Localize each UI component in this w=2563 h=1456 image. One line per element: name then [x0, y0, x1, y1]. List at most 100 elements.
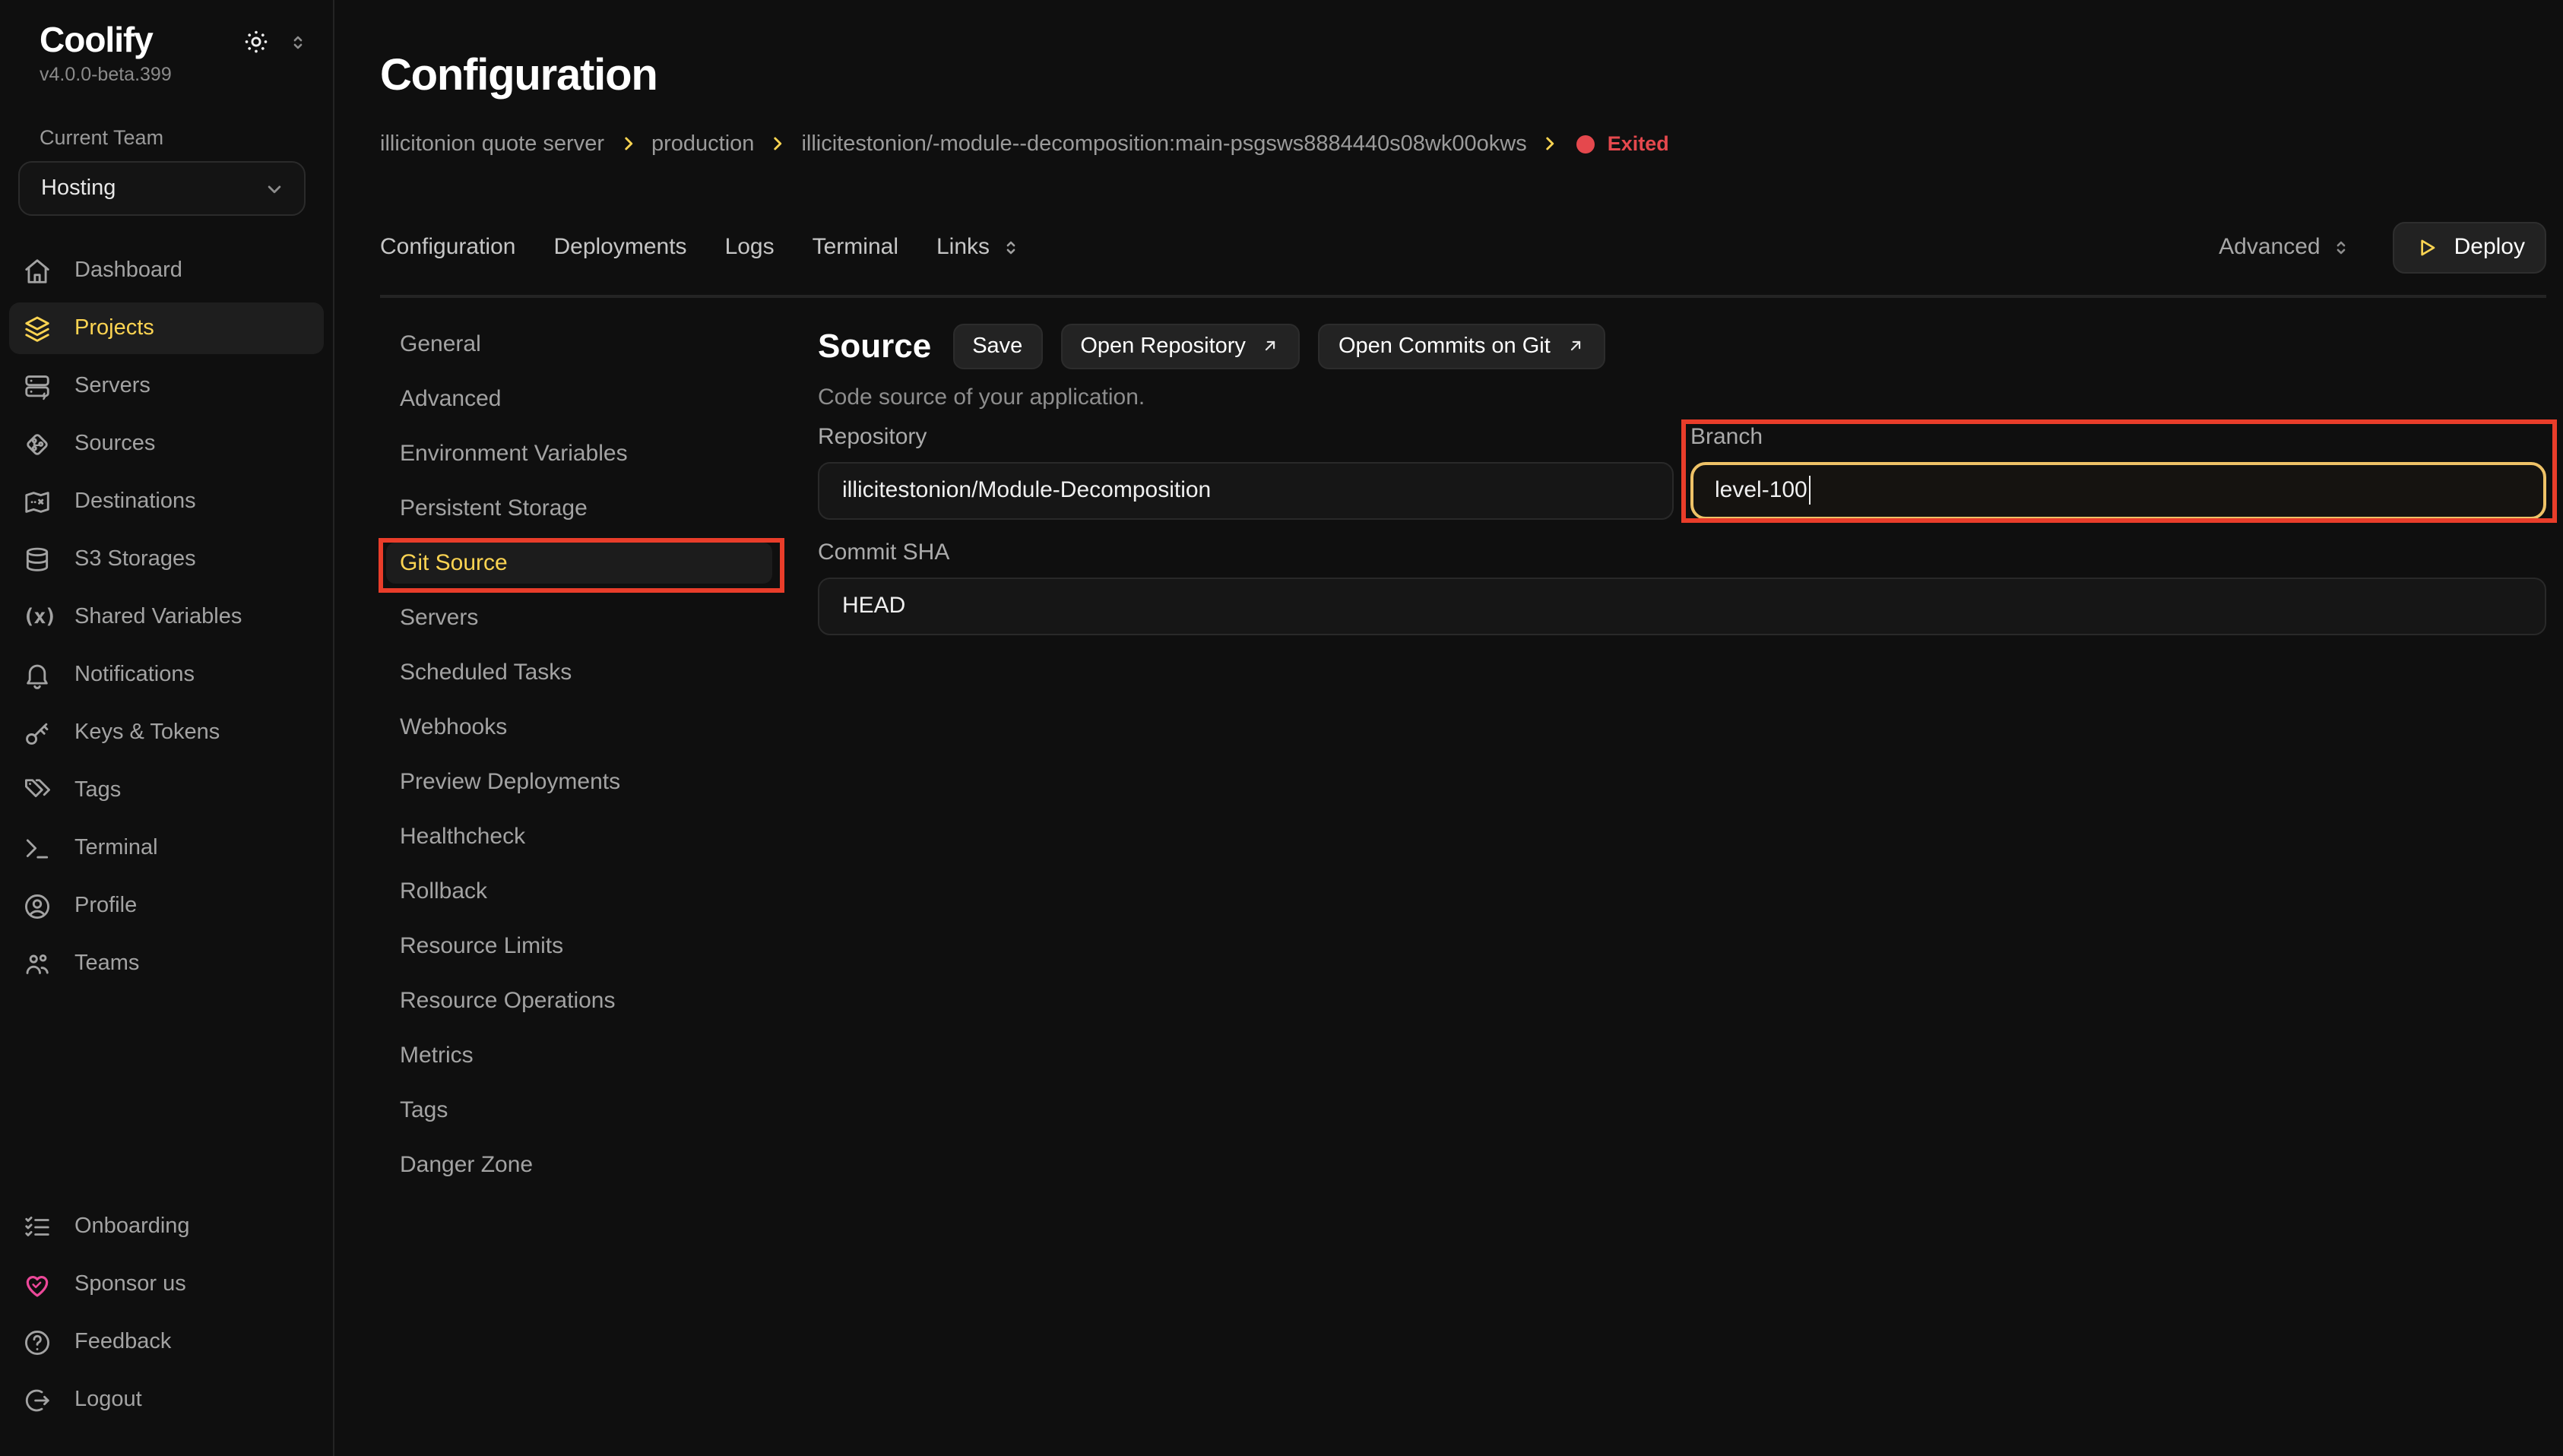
open-commits-label: Open Commits on Git — [1339, 334, 1551, 359]
subnav-item-preview-deployments[interactable]: Preview Deployments — [386, 761, 772, 802]
users-icon — [23, 950, 52, 979]
breadcrumb-environment[interactable]: production — [651, 132, 754, 157]
sidebar-item-label: Onboarding — [74, 1214, 190, 1239]
sidebar-item-label: Projects — [74, 317, 154, 341]
sidebar-item-logout[interactable]: Logout — [9, 1374, 324, 1426]
repository-field: Repository illicitestonion/Module-Decomp… — [818, 423, 1674, 520]
branch-value: level-100 — [1715, 478, 1807, 504]
team-select[interactable]: Hosting — [18, 162, 306, 217]
subnav-item-git-source[interactable]: Git Source — [386, 543, 772, 584]
tags-icon — [23, 777, 52, 806]
subnav-item-webhooks[interactable]: Webhooks — [386, 707, 772, 748]
breadcrumb-application[interactable]: illicitestonion/-module--decomposition:m… — [801, 132, 1526, 157]
sidebar-item-feedback[interactable]: Feedback — [9, 1316, 324, 1368]
checklist-icon — [23, 1212, 52, 1241]
sidebar-item-label: Destinations — [74, 490, 196, 514]
subnav-item-environment-variables[interactable]: Environment Variables — [386, 433, 772, 474]
sidebar-item-tags[interactable]: Tags — [9, 765, 324, 817]
tab-links-label: Links — [936, 235, 990, 261]
commit-sha-value: HEAD — [842, 593, 905, 619]
sidebar-nav: Dashboard Projects Servers Sources Desti… — [0, 245, 333, 990]
branch-input[interactable]: level-100 — [1690, 462, 2546, 520]
branch-label: Branch — [1690, 423, 2546, 453]
branch-field: Branch level-100 — [1690, 423, 2546, 520]
sidebar-item-shared-variables[interactable]: (x) Shared Variables — [9, 592, 324, 644]
sidebar-item-teams[interactable]: Teams — [9, 938, 324, 990]
subnav-item-tags[interactable]: Tags — [386, 1090, 772, 1131]
source-heading: Source — [818, 327, 931, 366]
app-logo: Coolify — [40, 21, 153, 60]
tab-terminal[interactable]: Terminal — [813, 235, 898, 261]
subnav-item-metrics[interactable]: Metrics — [386, 1035, 772, 1076]
open-commits-button[interactable]: Open Commits on Git — [1319, 324, 1605, 369]
sidebar-item-s3-storages[interactable]: S3 Storages — [9, 534, 324, 586]
status-text: Exited — [1608, 133, 1669, 156]
subnav-item-resource-operations[interactable]: Resource Operations — [386, 980, 772, 1021]
open-repository-button[interactable]: Open Repository — [1060, 324, 1301, 369]
chevron-up-down-icon[interactable] — [287, 31, 309, 52]
team-select-value: Hosting — [41, 177, 116, 201]
sidebar-item-keys-tokens[interactable]: Keys & Tokens — [9, 707, 324, 759]
sidebar-item-label: Shared Variables — [74, 606, 242, 630]
repository-input[interactable]: illicitestonion/Module-Decomposition — [818, 462, 1674, 520]
commit-sha-input[interactable]: HEAD — [818, 578, 2546, 635]
play-icon — [2415, 236, 2439, 260]
external-link-icon — [1261, 337, 1281, 356]
subnav-item-persistent-storage[interactable]: Persistent Storage — [386, 488, 772, 529]
advanced-dropdown[interactable]: Advanced — [2219, 235, 2352, 261]
sidebar-footer-nav: Onboarding Sponsor us Feedback Logout — [0, 1201, 333, 1426]
subnav-item-servers[interactable]: Servers — [386, 597, 772, 638]
database-icon — [23, 546, 52, 574]
sidebar: Coolify v4.0.0-beta.399 Current Team Hos… — [0, 0, 334, 1456]
sidebar-item-sponsor-us[interactable]: Sponsor us — [9, 1258, 324, 1310]
chevron-down-icon — [263, 178, 286, 201]
tab-logs[interactable]: Logs — [725, 235, 775, 261]
status-dot-icon — [1577, 135, 1595, 154]
chevron-right-icon — [1541, 135, 1560, 154]
sidebar-item-label: Profile — [74, 894, 137, 919]
open-repository-label: Open Repository — [1080, 334, 1246, 359]
subnav-item-advanced[interactable]: Advanced — [386, 378, 772, 419]
tab-links[interactable]: Links — [936, 235, 1022, 261]
subnav-item-general[interactable]: General — [386, 324, 772, 365]
sidebar-item-destinations[interactable]: Destinations — [9, 476, 324, 528]
git-branch-icon — [23, 430, 52, 459]
breadcrumb: illicitonion quote server production ill… — [380, 132, 2546, 157]
page-title: Configuration — [380, 51, 2546, 103]
commit-sha-label: Commit SHA — [818, 538, 2546, 568]
sidebar-item-label: Logout — [74, 1388, 142, 1412]
deploy-label: Deploy — [2454, 235, 2525, 261]
sidebar-item-projects[interactable]: Projects — [9, 303, 324, 355]
sidebar-item-label: Keys & Tokens — [74, 721, 220, 745]
subnav-item-resource-limits[interactable]: Resource Limits — [386, 926, 772, 967]
server-icon — [23, 372, 52, 401]
sidebar-item-profile[interactable]: Profile — [9, 881, 324, 932]
tabs-divider — [380, 295, 2546, 298]
subnav-item-scheduled-tasks[interactable]: Scheduled Tasks — [386, 652, 772, 693]
sidebar-item-label: Feedback — [74, 1330, 171, 1354]
logo-icons — [243, 29, 309, 55]
sidebar-item-label: S3 Storages — [74, 548, 196, 572]
user-circle-icon — [23, 892, 52, 921]
sun-theme-icon[interactable] — [243, 29, 269, 55]
save-button[interactable]: Save — [952, 324, 1042, 369]
current-team-label: Current Team — [0, 127, 333, 150]
sidebar-item-dashboard[interactable]: Dashboard — [9, 245, 324, 297]
tabs: Configuration Deployments Logs Terminal … — [380, 235, 1022, 261]
status-badge: Exited — [1577, 133, 1669, 156]
sidebar-item-servers[interactable]: Servers — [9, 361, 324, 413]
subnav-item-healthcheck[interactable]: Healthcheck — [386, 816, 772, 857]
subnav-item-rollback[interactable]: Rollback — [386, 871, 772, 912]
subnav-item-danger-zone[interactable]: Danger Zone — [386, 1144, 772, 1185]
tab-configuration[interactable]: Configuration — [380, 235, 515, 261]
subnav-item-label: Git Source — [400, 550, 508, 576]
sidebar-item-sources[interactable]: Sources — [9, 419, 324, 470]
sidebar-item-label: Tags — [74, 779, 121, 803]
deploy-button[interactable]: Deploy — [2394, 222, 2546, 274]
tab-deployments[interactable]: Deployments — [553, 235, 686, 261]
sidebar-item-notifications[interactable]: Notifications — [9, 650, 324, 701]
breadcrumb-project[interactable]: illicitonion quote server — [380, 132, 604, 157]
sidebar-item-onboarding[interactable]: Onboarding — [9, 1201, 324, 1252]
logout-icon — [23, 1385, 52, 1414]
sidebar-item-terminal[interactable]: Terminal — [9, 823, 324, 875]
